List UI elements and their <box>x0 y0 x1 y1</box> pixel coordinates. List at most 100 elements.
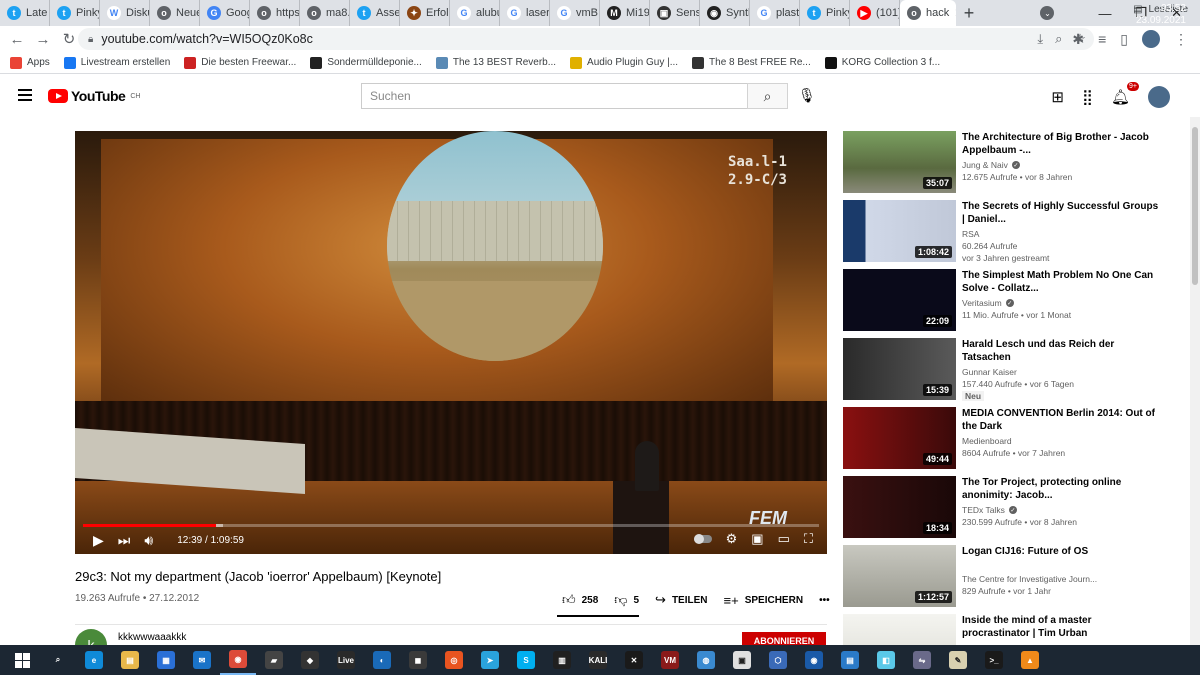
autoplay-toggle[interactable] <box>693 534 712 544</box>
recommended-video[interactable]: 49:44 MEDIA CONVENTION Berlin 2014: Out o… <box>843 407 1173 471</box>
new-tab-button[interactable]: + <box>956 3 982 24</box>
forward-icon[interactable]: → <box>30 31 56 48</box>
bookmark-item[interactable]: Die besten Freewar... <box>184 56 296 69</box>
video-thumbnail[interactable]: 18:34 <box>843 476 956 538</box>
browser-tab[interactable]: t Late <box>0 0 50 26</box>
taskbar-terminal-icon[interactable]: >_ <box>976 645 1012 675</box>
recommended-video[interactable]: 35:07 The Architecture of Big Brother - J… <box>843 131 1173 195</box>
taskbar-kali-icon[interactable]: KALI <box>580 645 616 675</box>
taskbar-voicemeeter-icon[interactable]: VM <box>652 645 688 675</box>
video-thumbnail[interactable]: 49:44 <box>843 407 956 469</box>
bookmark-item[interactable]: Sondermülldeponie... <box>310 56 422 69</box>
save-button[interactable]: ≡+ SPEICHERN <box>724 593 804 608</box>
recommended-video[interactable]: 1:08:42 The Secrets of Highly Successful … <box>843 200 1173 264</box>
recommended-video[interactable]: 22:09 The Simplest Math Problem No One Ca… <box>843 269 1173 333</box>
recommended-channel[interactable]: Gunnar Kaiser <box>962 367 1017 377</box>
video-thumbnail[interactable]: 35:07 <box>843 131 956 193</box>
dislike-button[interactable]: 👎︎ 5 <box>614 592 639 608</box>
reading-mode-icon[interactable]: ≡ <box>1098 31 1106 47</box>
browser-tab[interactable]: Glaser <box>500 0 550 26</box>
menu-hamburger-icon[interactable] <box>18 89 32 101</box>
youtube-logo[interactable]: YouTube CH <box>48 88 140 104</box>
page-scrollbar[interactable] <box>1190 117 1200 645</box>
browser-tab[interactable]: t Pinky <box>50 0 100 26</box>
next-icon[interactable]: ⏭ <box>118 532 131 549</box>
menu-icon[interactable]: ⋮ <box>1174 31 1188 48</box>
taskbar-app15-icon[interactable]: ▥ <box>544 645 580 675</box>
minimize-button[interactable]: — <box>1098 6 1111 21</box>
taskbar-live-icon[interactable]: Live <box>328 645 364 675</box>
recommended-channel[interactable]: Veritasium ✓ <box>962 298 1014 308</box>
address-bar[interactable]: 🔒︎ youtube.com/watch?v=WI5OQz0Ko8c ⤓ ⌕ ☆ <box>78 28 1094 50</box>
theater-mode-icon[interactable]: ▭ <box>778 531 790 547</box>
bookmark-item[interactable]: Livestream erstellen <box>63 56 170 69</box>
recommended-channel[interactable]: The Centre for Investigative Journ... <box>962 574 1097 584</box>
browser-tab[interactable]: o Neue <box>150 0 200 26</box>
apps-grid-icon[interactable]: ⣿ <box>1082 88 1093 106</box>
taskbar-app8-icon[interactable]: ◆ <box>292 645 328 675</box>
like-button[interactable]: 👍︎ 258 <box>562 592 598 608</box>
progress-bar[interactable] <box>83 524 819 527</box>
video-thumbnail[interactable]: 1:08:42 <box>843 200 956 262</box>
more-actions-button[interactable]: ••• <box>819 595 830 606</box>
taskbar-app25-icon[interactable]: ⇋ <box>904 645 940 675</box>
zoom-icon[interactable]: ⌕ <box>1055 31 1062 47</box>
windows-start-button[interactable] <box>4 645 40 675</box>
taskbar-search-icon[interactable]: ⌕ <box>40 645 76 675</box>
browser-tab[interactable]: o ma8. <box>300 0 350 26</box>
browser-tab[interactable]: GvmB <box>550 0 600 26</box>
taskbar-app22-icon[interactable]: ◉ <box>796 645 832 675</box>
miniplayer-icon[interactable]: ▣ <box>751 531 763 547</box>
bookmark-item[interactable]: The 8 Best FREE Re... <box>692 56 811 69</box>
recommended-title[interactable]: The Tor Project, protecting online anoni… <box>962 476 1162 502</box>
recommended-channel[interactable]: Medienboard <box>962 436 1012 446</box>
taskbar-explorer-icon[interactable]: ▤ <box>112 645 148 675</box>
recommended-title[interactable]: MEDIA CONVENTION Berlin 2014: Out of the… <box>962 407 1162 433</box>
browser-tab[interactable]: o https <box>250 0 300 26</box>
bookmark-item[interactable]: Apps <box>10 56 50 69</box>
extensions-icon[interactable]: ✱ <box>1072 31 1084 48</box>
sidepanel-icon[interactable]: ▯ <box>1120 31 1128 48</box>
settings-gear-icon[interactable]: ⚙ <box>726 531 738 547</box>
bookmark-item[interactable]: KORG Collection 3 f... <box>824 56 940 69</box>
browser-tab[interactable]: ▣ Sens <box>650 0 700 26</box>
recommended-video[interactable]: 15:39 Harald Lesch und das Reich der Tats… <box>843 338 1173 402</box>
taskbar-app11-icon[interactable]: ◼ <box>400 645 436 675</box>
taskbar-app19-icon[interactable]: ◍ <box>688 645 724 675</box>
browser-tab[interactable]: ▶ (101) <box>850 0 900 26</box>
browser-tab[interactable]: M Mi19 <box>600 0 650 26</box>
taskbar-telegram-icon[interactable]: ➤ <box>472 645 508 675</box>
scrollbar-thumb[interactable] <box>1192 127 1198 285</box>
notifications-bell-icon[interactable]: 🔔︎ 9+ <box>1111 82 1139 106</box>
browser-tab[interactable]: Galubu <box>450 0 500 26</box>
taskbar-ubuntu-icon[interactable]: ◎ <box>436 645 472 675</box>
create-video-icon[interactable]: ⊞ <box>1051 88 1064 106</box>
taskbar-mail-icon[interactable]: ✉ <box>184 645 220 675</box>
recommended-video[interactable]: 18:34 The Tor Project, protecting online … <box>843 476 1173 540</box>
bookmark-item[interactable]: Audio Plugin Guy |... <box>570 56 678 69</box>
browser-tab[interactable]: t Asse <box>350 0 400 26</box>
recommended-channel[interactable]: RSA <box>962 229 979 239</box>
microphone-icon[interactable]: 🎙︎ <box>798 87 816 104</box>
tab-active[interactable]: ohack✕ <box>900 0 956 26</box>
recommended-title[interactable]: Harald Lesch und das Reich der Tatsachen <box>962 338 1162 364</box>
search-button[interactable]: ⌕ <box>747 83 788 109</box>
recommended-title[interactable]: Logan CIJ16: Future of OS <box>962 545 1162 558</box>
recommended-video[interactable]: 1:12:57 Logan CIJ16: Future of OS The Cent… <box>843 545 1173 609</box>
taskbar-app10-icon[interactable]: ◐ <box>364 645 400 675</box>
taskbar-app20-icon[interactable]: ▣ <box>724 645 760 675</box>
browser-tab[interactable]: W Disku <box>100 0 150 26</box>
recommended-title[interactable]: The Secrets of Highly Successful Groups … <box>962 200 1162 226</box>
taskbar-app17-icon[interactable]: ✕ <box>616 645 652 675</box>
taskbar-chrome-icon[interactable]: ◉ <box>220 645 256 675</box>
profile-avatar[interactable] <box>1142 30 1160 48</box>
taskbar-app24-icon[interactable]: ◧ <box>868 645 904 675</box>
volume-icon[interactable]: 🔊︎ <box>144 532 153 549</box>
subscribe-button[interactable]: ABONNIEREN <box>742 632 826 646</box>
browser-tab[interactable]: ◉ Synth <box>700 0 750 26</box>
taskbar-vlc-icon[interactable]: ▲ <box>1012 645 1048 675</box>
browser-tab[interactable]: Gplast <box>750 0 800 26</box>
recommended-channel[interactable]: TEDx Talks ✓ <box>962 505 1017 515</box>
account-avatar[interactable] <box>1148 86 1170 108</box>
taskbar-app26-icon[interactable]: ✎ <box>940 645 976 675</box>
